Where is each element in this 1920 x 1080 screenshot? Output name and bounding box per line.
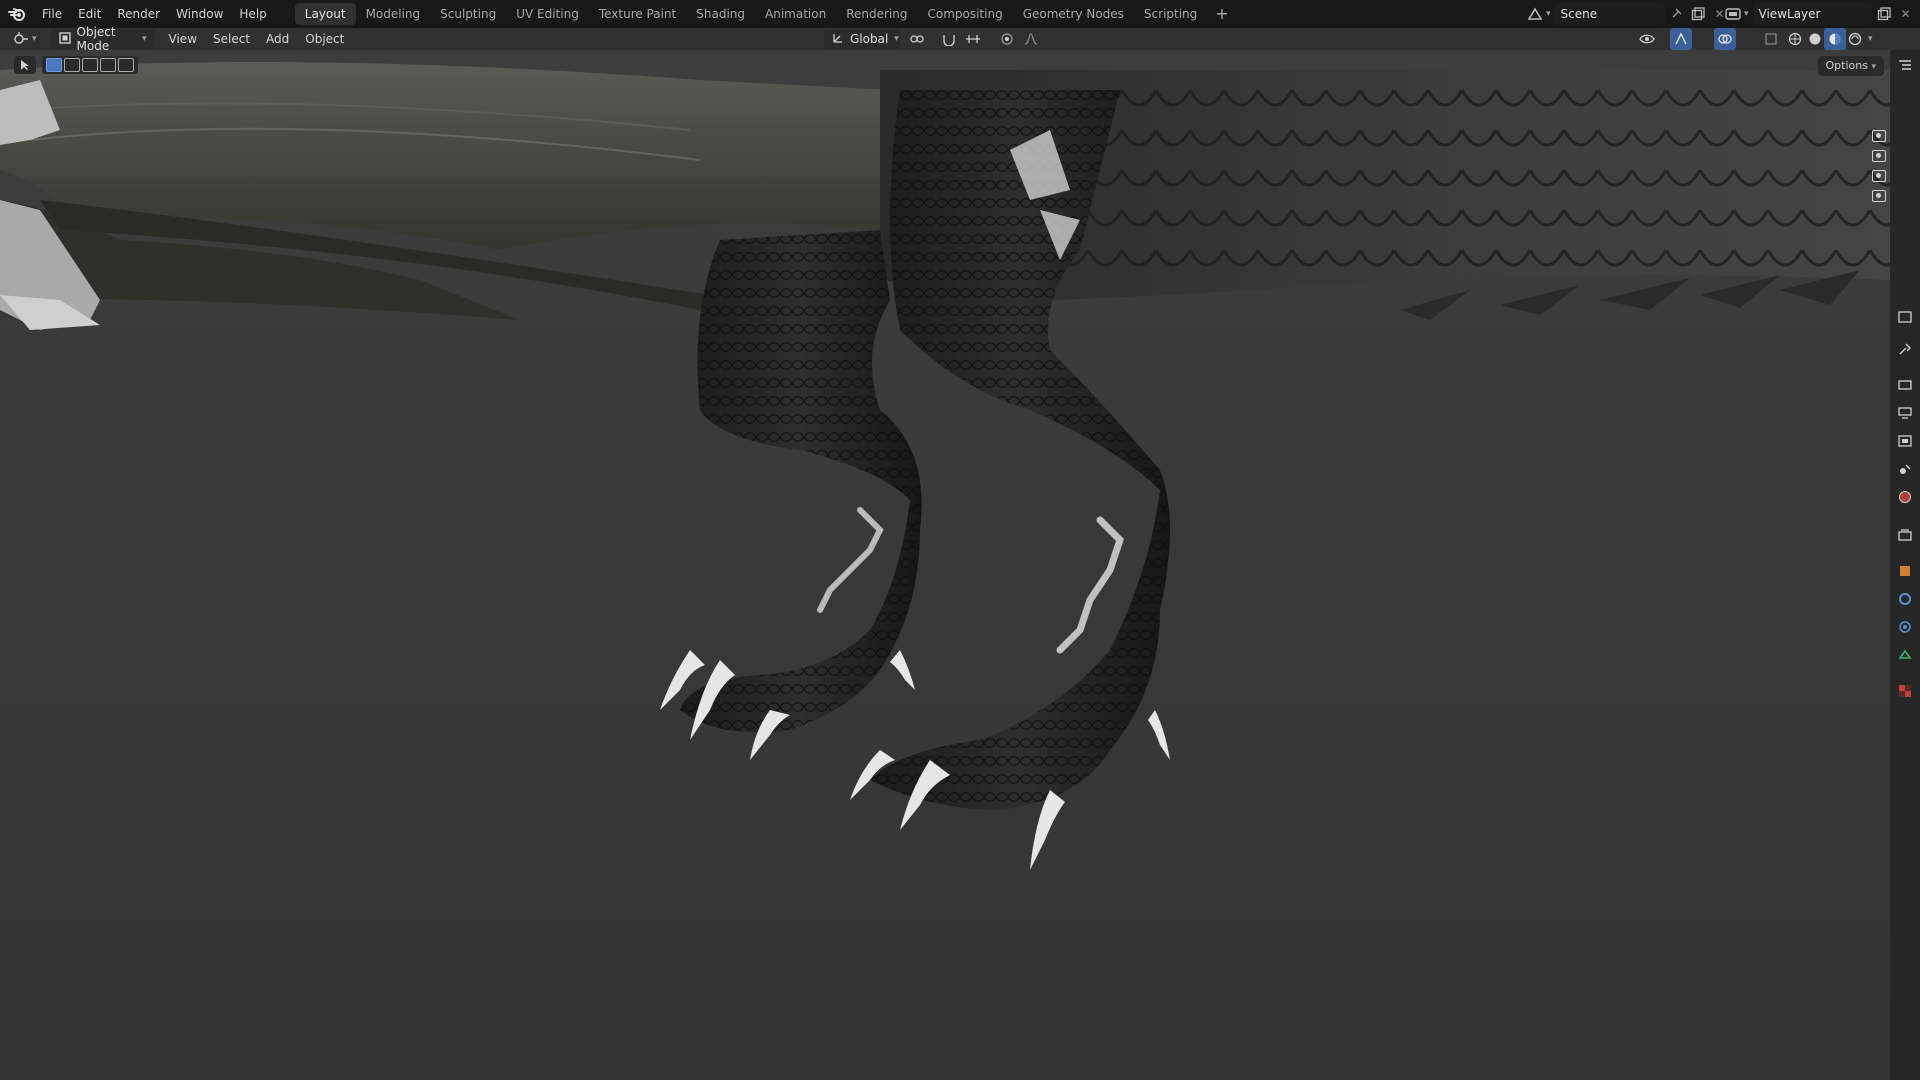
options-button[interactable]: Options ▾ bbox=[1817, 56, 1884, 76]
menu-help[interactable]: Help bbox=[231, 3, 274, 25]
proportional-editing-icon[interactable] bbox=[996, 28, 1018, 50]
transform-orientation-dropdown[interactable]: Global ▾ bbox=[824, 29, 900, 49]
collection-properties-icon[interactable] bbox=[1896, 526, 1914, 544]
gizmo-icon[interactable] bbox=[1670, 28, 1692, 50]
transform-orientation-label: Global bbox=[850, 32, 889, 46]
3d-viewport[interactable]: Options ▾ bbox=[0, 50, 1890, 1080]
scene-icon[interactable] bbox=[1524, 3, 1546, 25]
snap-target-icon[interactable] bbox=[962, 28, 984, 50]
scene-name: Scene bbox=[1560, 7, 1598, 21]
tool-settings-row bbox=[14, 56, 138, 74]
add-workspace-button[interactable]: + bbox=[1207, 3, 1236, 25]
object-mode-label: Object Mode bbox=[76, 25, 116, 53]
world-properties-icon[interactable] bbox=[1896, 488, 1914, 506]
selection-mode-group bbox=[42, 56, 138, 74]
snap-icon[interactable] bbox=[938, 28, 960, 50]
select-new-icon[interactable] bbox=[46, 58, 62, 72]
object-mode-dropdown[interactable]: Object Mode ▾ bbox=[50, 25, 155, 53]
material-preview-icon[interactable] bbox=[1824, 28, 1846, 50]
select-subtract-icon[interactable] bbox=[82, 58, 98, 72]
tab-modeling[interactable]: Modeling bbox=[356, 3, 431, 25]
workspace-tabs: Layout Modeling Sculpting UV Editing Texture… bbox=[294, 0, 1237, 28]
select-intersect-icon[interactable] bbox=[118, 58, 134, 72]
scene-selector[interactable]: ▾ Scene ✕ bbox=[1524, 3, 1731, 25]
physics-properties-icon[interactable] bbox=[1896, 618, 1914, 636]
solid-shading-icon[interactable] bbox=[1804, 28, 1826, 50]
tab-layout[interactable]: Layout bbox=[294, 3, 356, 25]
pivot-point-icon[interactable] bbox=[906, 28, 928, 50]
viewport-header: ▾ Object Mode ▾ View Select Add Object Glob… bbox=[0, 25, 1920, 53]
new-scene-icon[interactable] bbox=[1687, 3, 1709, 25]
data-properties-icon[interactable] bbox=[1896, 646, 1914, 664]
tab-shading[interactable]: Shading bbox=[686, 3, 755, 25]
view-layer-name: ViewLayer bbox=[1758, 7, 1821, 21]
menu-file[interactable]: File bbox=[34, 3, 70, 25]
chevron-down-icon: ▾ bbox=[1744, 9, 1749, 19]
tab-rendering[interactable]: Rendering bbox=[836, 3, 917, 25]
chevron-down-icon: ▾ bbox=[1546, 9, 1551, 19]
header-menu-add[interactable]: Add bbox=[258, 29, 297, 49]
chevron-down-icon: ▾ bbox=[1871, 62, 1876, 72]
tab-geometry-nodes[interactable]: Geometry Nodes bbox=[1013, 3, 1134, 25]
menu-window[interactable]: Window bbox=[168, 3, 231, 25]
modifier-properties-icon[interactable] bbox=[1896, 590, 1914, 608]
rendered-shading-icon[interactable] bbox=[1844, 28, 1866, 50]
scene-name-field[interactable]: Scene bbox=[1554, 3, 1665, 25]
visibility-icon[interactable] bbox=[1636, 28, 1658, 50]
scene-properties-icon[interactable] bbox=[1896, 460, 1914, 478]
tab-sculpting[interactable]: Sculpting bbox=[430, 3, 506, 25]
transform-orientation-icon bbox=[832, 32, 844, 47]
overlays-icon[interactable] bbox=[1714, 28, 1736, 50]
tool-properties-icon[interactable] bbox=[1896, 340, 1914, 358]
close-icon[interactable]: ✕ bbox=[1895, 3, 1917, 25]
camera-icon[interactable] bbox=[1872, 130, 1886, 142]
header-menu-select[interactable]: Select bbox=[205, 29, 258, 49]
view-layer-icon[interactable] bbox=[1722, 3, 1744, 25]
render-properties-icon[interactable] bbox=[1896, 376, 1914, 394]
chevron-down-icon: ▾ bbox=[142, 34, 147, 44]
select-invert-icon[interactable] bbox=[100, 58, 116, 72]
properties-toggle-icon[interactable] bbox=[1896, 308, 1914, 326]
top-bar: File Edit Render Window Help Layout Modeling S… bbox=[0, 0, 1920, 28]
pin-icon[interactable] bbox=[1665, 3, 1687, 25]
editor-type-icon[interactable] bbox=[10, 28, 32, 50]
tab-animation[interactable]: Animation bbox=[755, 3, 836, 25]
tab-uv-editing[interactable]: UV Editing bbox=[506, 3, 589, 25]
select-tool-icon[interactable] bbox=[14, 56, 36, 74]
texture-properties-icon[interactable] bbox=[1896, 682, 1914, 700]
xray-icon[interactable] bbox=[1760, 28, 1782, 50]
camera-icon-stack bbox=[1872, 130, 1886, 202]
falloff-icon[interactable] bbox=[1020, 28, 1042, 50]
wireframe-shading-icon[interactable] bbox=[1784, 28, 1806, 50]
menu-render[interactable]: Render bbox=[109, 3, 168, 25]
tab-scripting[interactable]: Scripting bbox=[1134, 3, 1207, 25]
camera-icon[interactable] bbox=[1872, 150, 1886, 162]
chevron-down-icon[interactable]: ▾ bbox=[1868, 34, 1873, 44]
blender-logo-icon[interactable] bbox=[0, 0, 34, 28]
camera-icon[interactable] bbox=[1872, 170, 1886, 182]
new-view-layer-icon[interactable] bbox=[1873, 3, 1895, 25]
tab-compositing[interactable]: Compositing bbox=[917, 3, 1012, 25]
object-mode-icon bbox=[58, 31, 71, 47]
tab-texture-paint[interactable]: Texture Paint bbox=[589, 3, 686, 25]
header-menu-view[interactable]: View bbox=[161, 29, 205, 49]
view-layer-selector[interactable]: ▾ ViewLayer ✕ bbox=[1722, 3, 1917, 25]
select-extend-icon[interactable] bbox=[64, 58, 80, 72]
outliner-toggle-icon[interactable] bbox=[1896, 56, 1914, 74]
properties-tab-strip bbox=[1890, 50, 1920, 1080]
output-properties-icon[interactable] bbox=[1896, 404, 1914, 422]
chevron-down-icon: ▾ bbox=[894, 34, 899, 44]
view-layer-properties-icon[interactable] bbox=[1896, 432, 1914, 450]
options-label: Options bbox=[1825, 59, 1868, 72]
object-properties-icon[interactable] bbox=[1896, 562, 1914, 580]
view-layer-name-field[interactable]: ViewLayer bbox=[1752, 3, 1873, 25]
camera-icon[interactable] bbox=[1872, 190, 1886, 202]
header-menu-object[interactable]: Object bbox=[297, 29, 352, 49]
menu-edit[interactable]: Edit bbox=[70, 3, 109, 25]
chevron-down-icon: ▾ bbox=[32, 34, 37, 44]
dragon-model-render[interactable] bbox=[0, 50, 1890, 1080]
